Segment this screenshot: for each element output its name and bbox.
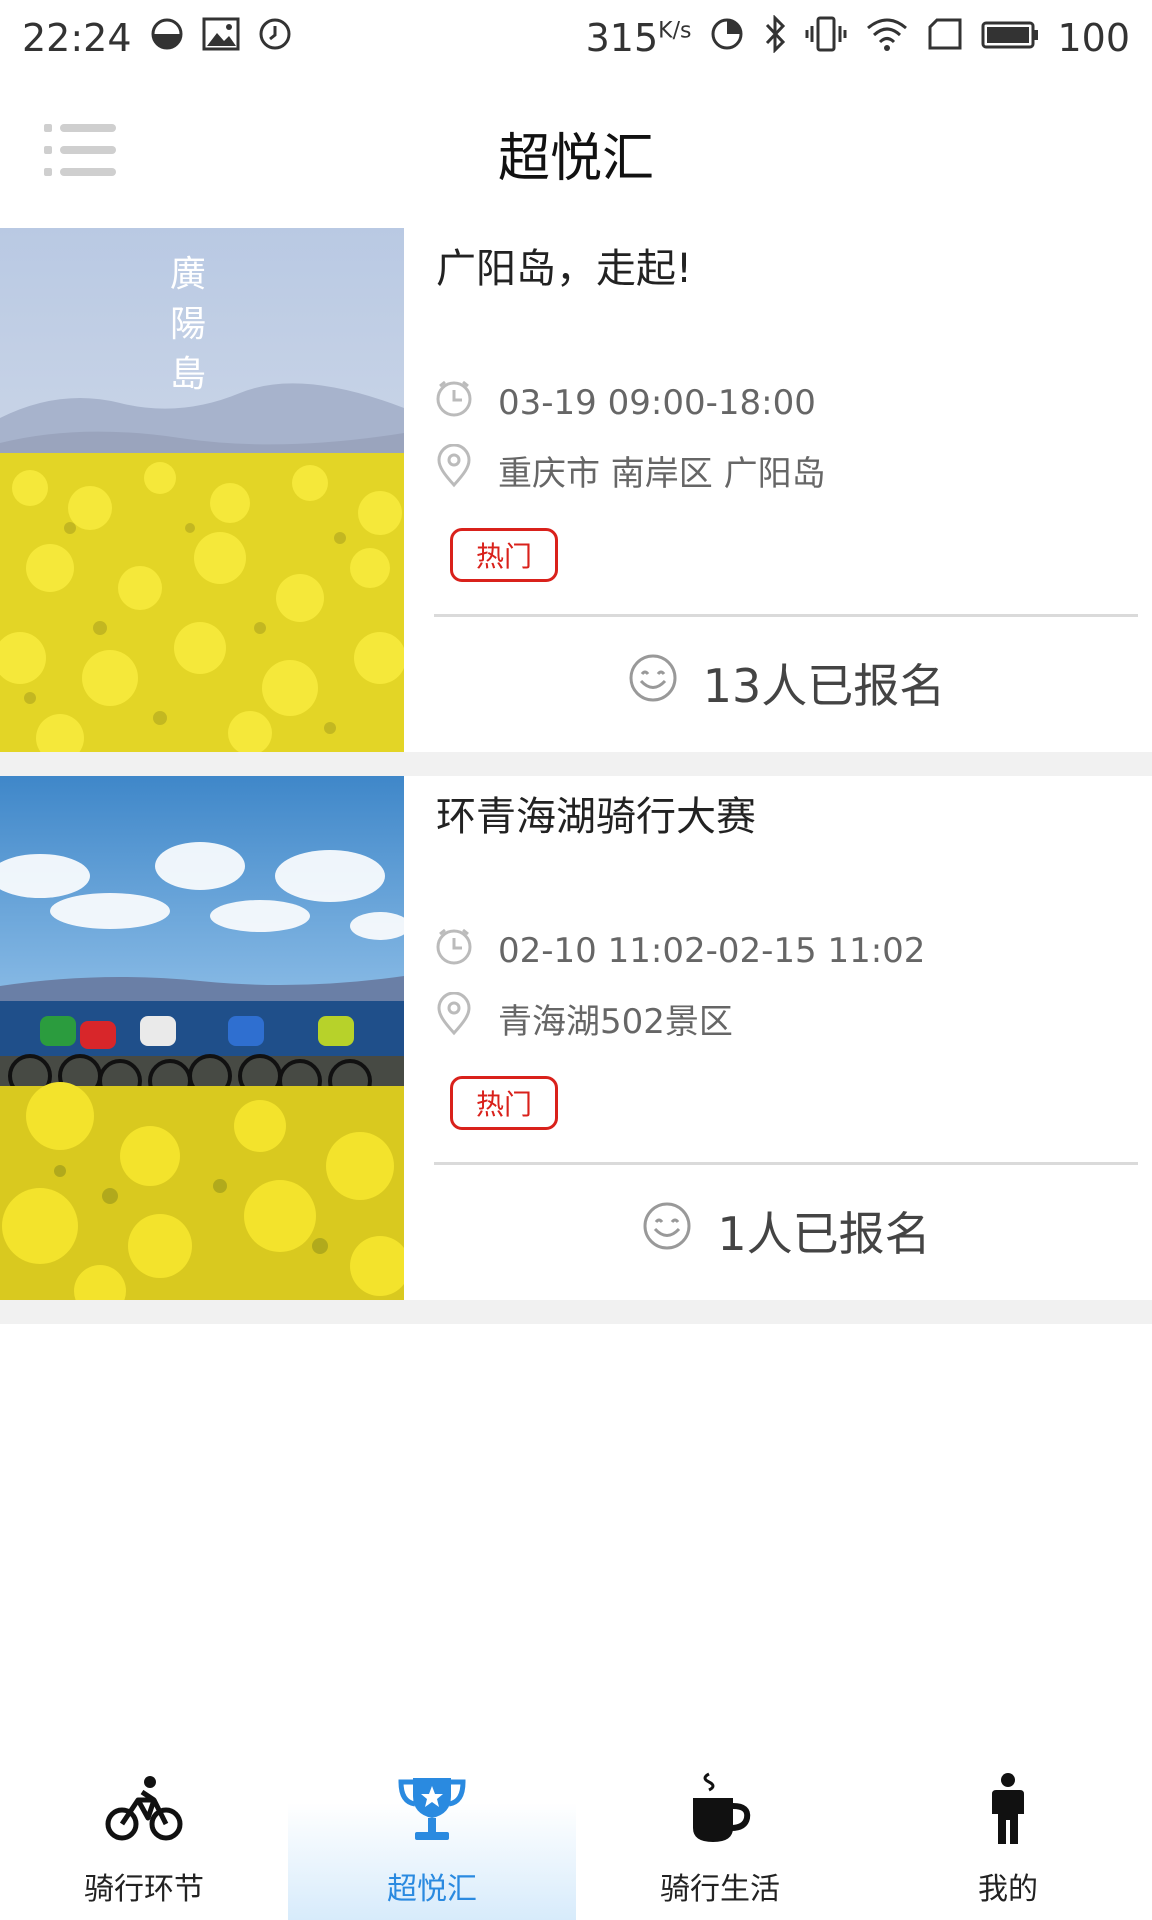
event-time-row: 02-10 11:02-02-15 11:02: [434, 926, 925, 975]
image-icon: [202, 16, 240, 60]
image-calligraphy-2: 陽: [170, 304, 206, 345]
event-image: [0, 776, 404, 1300]
tab-chaoyuehui[interactable]: 超悦汇: [288, 1740, 576, 1920]
coffee-cup-icon: [675, 1764, 765, 1854]
battery-level: 100: [1057, 16, 1130, 60]
location-pin-icon: [434, 443, 474, 497]
tab-label: 超悦汇: [387, 1872, 477, 1907]
trophy-icon: [387, 1764, 477, 1854]
event-title: 广阳岛，走起!: [436, 246, 693, 292]
tab-riding-life[interactable]: 骑行生活: [576, 1740, 864, 1920]
bicycle-icon: [99, 1764, 189, 1854]
clock-icon: [258, 16, 292, 60]
signup-count: 1人已报名: [717, 1207, 931, 1261]
location-sync-icon: [709, 16, 745, 61]
image-calligraphy-3: 島: [170, 354, 206, 395]
data-saver-icon: [150, 16, 184, 60]
network-speed-value: 315: [585, 16, 659, 60]
event-card[interactable]: 廣 陽 島 广阳岛，走起! 03-19 09:00-18:00 重庆市 南岸区 …: [0, 228, 1152, 752]
event-time-row: 03-19 09:00-18:00: [434, 378, 816, 427]
card-separator: [0, 1300, 1152, 1324]
wifi-icon: [865, 15, 909, 62]
app-header: 超悦汇: [0, 76, 1152, 228]
status-time: 22:24: [22, 16, 132, 60]
event-location: 重庆市 南岸区 广阳岛: [498, 454, 826, 494]
sim-icon: [927, 16, 963, 60]
event-image: 廣 陽 島: [0, 228, 404, 752]
event-time: 03-19 09:00-18:00: [498, 382, 816, 423]
location-pin-icon: [434, 991, 474, 1045]
tab-label: 骑行生活: [660, 1872, 780, 1907]
event-info: 环青海湖骑行大赛 02-10 11:02-02-15 11:02 青海湖502景…: [434, 776, 1152, 1300]
event-location-row: 重庆市 南岸区 广阳岛: [434, 443, 826, 497]
battery-icon: [981, 16, 1039, 60]
hot-badge: 热门: [450, 1076, 558, 1130]
event-time: 02-10 11:02-02-15 11:02: [498, 930, 926, 971]
signup-count-row[interactable]: 1人已报名: [434, 1176, 1138, 1286]
event-location: 青海湖502景区: [498, 1002, 733, 1042]
bottom-tab-bar: 骑行环节 超悦汇 骑行生活 我的: [0, 1740, 1152, 1920]
image-calligraphy-1: 廣: [170, 254, 206, 295]
clock-icon: [434, 378, 474, 427]
page-title: 超悦汇: [497, 129, 654, 189]
signup-count: 13人已报名: [702, 659, 946, 713]
card-divider: [434, 1162, 1138, 1165]
card-divider: [434, 614, 1138, 617]
clock-icon: [434, 926, 474, 975]
smiley-icon: [627, 652, 679, 715]
event-info: 广阳岛，走起! 03-19 09:00-18:00 重庆市 南岸区 广阳岛 热门: [434, 228, 1152, 752]
signup-count-row[interactable]: 13人已报名: [434, 628, 1138, 738]
tab-riding[interactable]: 骑行环节: [0, 1740, 288, 1920]
bluetooth-icon: [763, 13, 787, 62]
tab-label: 骑行环节: [84, 1872, 204, 1907]
status-bar: 22:24 315K/s 100: [0, 0, 1152, 76]
tab-label: 我的: [978, 1872, 1038, 1907]
event-card[interactable]: 环青海湖骑行大赛 02-10 11:02-02-15 11:02 青海湖502景…: [0, 776, 1152, 1300]
event-title: 环青海湖骑行大赛: [436, 794, 756, 840]
vibrate-icon: [805, 15, 847, 62]
tab-mine[interactable]: 我的: [864, 1740, 1152, 1920]
event-list: 廣 陽 島 广阳岛，走起! 03-19 09:00-18:00 重庆市 南岸区 …: [0, 228, 1152, 1324]
hot-badge: 热门: [450, 528, 558, 582]
network-speed: 315K/s: [586, 16, 692, 60]
network-speed-unit: K/s: [658, 18, 692, 44]
person-icon: [963, 1764, 1053, 1854]
card-separator: [0, 752, 1152, 776]
smiley-icon: [641, 1200, 693, 1263]
event-location-row: 青海湖502景区: [434, 991, 733, 1045]
